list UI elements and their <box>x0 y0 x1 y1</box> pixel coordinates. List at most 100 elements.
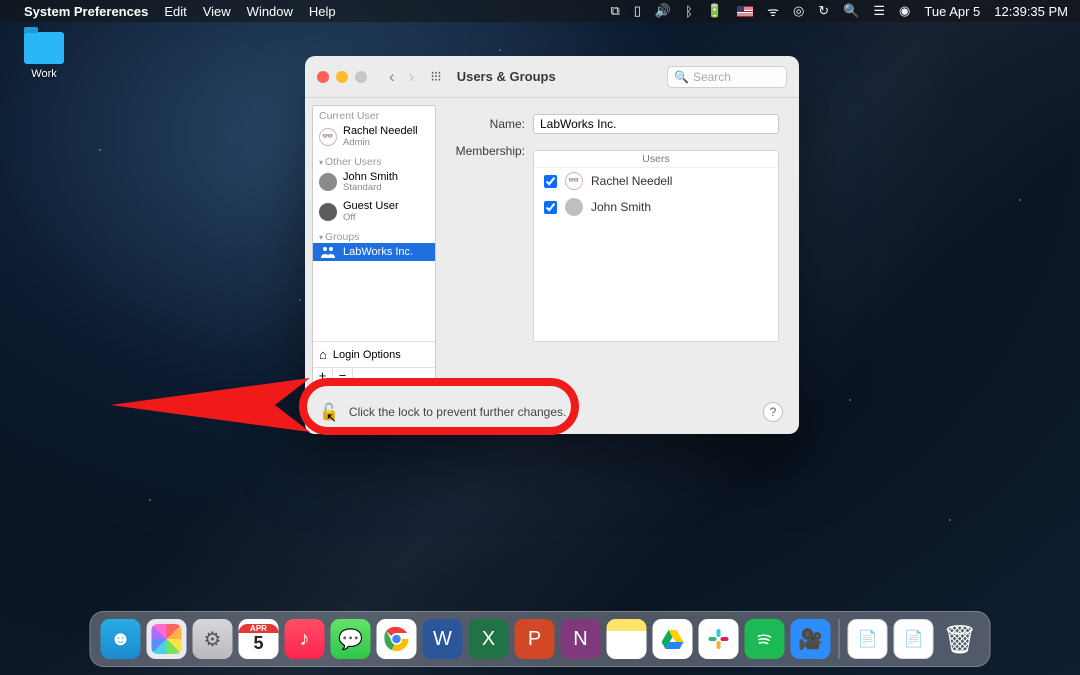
avatar-icon <box>565 172 583 190</box>
sidebar-user-role: Standard <box>343 183 398 194</box>
sidebar-item-group-labworks[interactable]: LabWorks Inc. <box>313 243 435 261</box>
user-sidebar: Current User Rachel Needell Admin ▾Other… <box>312 105 436 385</box>
menu-help[interactable]: Help <box>309 4 336 19</box>
menu-window[interactable]: Window <box>247 4 293 19</box>
wifi-icon[interactable]: ᯤ <box>767 2 779 20</box>
control-center-icon[interactable]: ☰ <box>873 3 885 19</box>
member-checkbox[interactable] <box>544 201 557 214</box>
dock-separator <box>839 619 840 659</box>
help-button[interactable]: ? <box>763 402 783 422</box>
device-icon[interactable]: ▯ <box>634 3 641 19</box>
main-panel: Name: Membership: Users Rachel Needell J… <box>443 98 799 392</box>
sidebar-user-role: Off <box>343 213 399 224</box>
membership-table: Users Rachel Needell John Smith <box>533 150 779 342</box>
avatar-icon <box>565 198 583 216</box>
sidebar-group-name: LabWorks Inc. <box>343 246 413 258</box>
input-source-flag-icon[interactable] <box>737 6 753 17</box>
show-all-button[interactable]: ⁝⁝⁝ <box>430 68 440 85</box>
dock-calendar[interactable]: APR5 <box>239 619 279 659</box>
group-name-input[interactable] <box>533 114 779 134</box>
menubar-time[interactable]: 12:39:35 PM <box>994 4 1068 19</box>
member-name: Rachel Needell <box>591 174 672 188</box>
dock: ☻ APR5 ♪ 💬 W X P N 🎥 📄 📄 🗑 <box>90 611 991 667</box>
search-field[interactable]: 🔍 Search <box>667 66 787 88</box>
dock-word[interactable]: W <box>423 619 463 659</box>
titlebar: ‹ › ⁝⁝⁝ Users & Groups 🔍 Search <box>305 56 799 98</box>
dock-trash[interactable]: 🗑 <box>940 619 980 659</box>
dock-recent-doc-2[interactable]: 📄 <box>894 619 934 659</box>
membership-label: Membership: <box>449 144 525 158</box>
menubar-date[interactable]: Tue Apr 5 <box>924 4 980 19</box>
dock-system-preferences[interactable] <box>193 619 233 659</box>
avatar-icon <box>319 173 337 191</box>
member-row[interactable]: John Smith <box>534 194 778 220</box>
menu-edit[interactable]: Edit <box>164 4 186 19</box>
sidebar-item-guest[interactable]: Guest User Off <box>313 197 435 227</box>
dock-music[interactable]: ♪ <box>285 619 325 659</box>
dock-messages[interactable]: 💬 <box>331 619 371 659</box>
user-icon[interactable]: ◎ <box>793 3 804 19</box>
dock-slack[interactable] <box>699 619 739 659</box>
annotation-arrow-icon <box>110 370 310 440</box>
volume-icon[interactable]: 🔊 <box>655 3 671 19</box>
home-icon: ⌂ <box>319 347 327 362</box>
menubar: System Preferences Edit View Window Help… <box>0 0 1080 22</box>
back-button[interactable]: ‹ <box>383 67 401 87</box>
chevron-down-icon: ▾ <box>319 233 323 242</box>
sidebar-item-current-user[interactable]: Rachel Needell Admin <box>313 122 435 152</box>
app-name[interactable]: System Preferences <box>24 4 148 19</box>
search-placeholder: Search <box>693 70 731 84</box>
dock-launchpad[interactable] <box>147 619 187 659</box>
calendar-day: 5 <box>253 633 263 654</box>
lock-text: Click the lock to prevent further change… <box>349 405 566 419</box>
clock-icon[interactable]: ↻ <box>818 3 829 19</box>
sidebar-user-name: Guest User <box>343 200 399 213</box>
lock-icon[interactable]: 🔓 <box>319 402 339 422</box>
sidebar-head-other: ▾Other Users <box>313 152 435 168</box>
users-groups-window: ‹ › ⁝⁝⁝ Users & Groups 🔍 Search Current … <box>305 56 799 434</box>
battery-icon[interactable]: 🔋 <box>707 3 723 19</box>
member-checkbox[interactable] <box>544 175 557 188</box>
remove-user-button[interactable]: − <box>333 368 353 384</box>
minimize-button[interactable] <box>336 71 348 83</box>
member-row[interactable]: Rachel Needell <box>534 168 778 194</box>
member-name: John Smith <box>591 200 651 214</box>
dock-onenote[interactable]: N <box>561 619 601 659</box>
desktop-folder-work[interactable]: Work <box>14 32 74 80</box>
chevron-down-icon: ▾ <box>319 158 323 167</box>
menu-view[interactable]: View <box>203 4 231 19</box>
sidebar-user-name: Rachel Needell <box>343 125 418 138</box>
dock-zoom[interactable]: 🎥 <box>791 619 831 659</box>
window-footer: 🔓 Click the lock to prevent further chan… <box>305 392 799 434</box>
dock-recent-doc-1[interactable]: 📄 <box>848 619 888 659</box>
close-button[interactable] <box>317 71 329 83</box>
dock-powerpoint[interactable]: P <box>515 619 555 659</box>
dock-notes[interactable] <box>607 619 647 659</box>
desktop-folder-label: Work <box>14 68 74 80</box>
traffic-lights <box>317 71 367 83</box>
add-user-button[interactable]: + <box>313 368 333 384</box>
dock-finder[interactable]: ☻ <box>101 619 141 659</box>
dock-drive[interactable] <box>653 619 693 659</box>
dropbox-icon[interactable]: ⧉ <box>610 3 619 19</box>
name-label: Name: <box>449 117 525 131</box>
dock-excel[interactable]: X <box>469 619 509 659</box>
forward-button[interactable]: › <box>403 67 421 87</box>
window-title: Users & Groups <box>457 69 556 84</box>
login-options-button[interactable]: ⌂ Login Options <box>313 341 435 367</box>
sidebar-head-groups: ▾Groups <box>313 227 435 243</box>
sidebar-item-user-john[interactable]: John Smith Standard <box>313 168 435 198</box>
avatar-icon <box>319 203 337 221</box>
login-options-label: Login Options <box>333 349 401 361</box>
sidebar-head-current: Current User <box>313 106 435 122</box>
bluetooth-icon[interactable]: ᛒ <box>685 4 693 19</box>
siri-icon[interactable]: ◉ <box>899 3 910 19</box>
dock-chrome[interactable] <box>377 619 417 659</box>
members-head: Users <box>534 151 778 168</box>
dock-spotify[interactable] <box>745 619 785 659</box>
zoom-button[interactable] <box>355 71 367 83</box>
spotlight-icon[interactable]: 🔍 <box>843 3 859 19</box>
avatar-icon <box>319 128 337 146</box>
sidebar-user-role: Admin <box>343 138 418 149</box>
search-icon: 🔍 <box>674 70 689 84</box>
